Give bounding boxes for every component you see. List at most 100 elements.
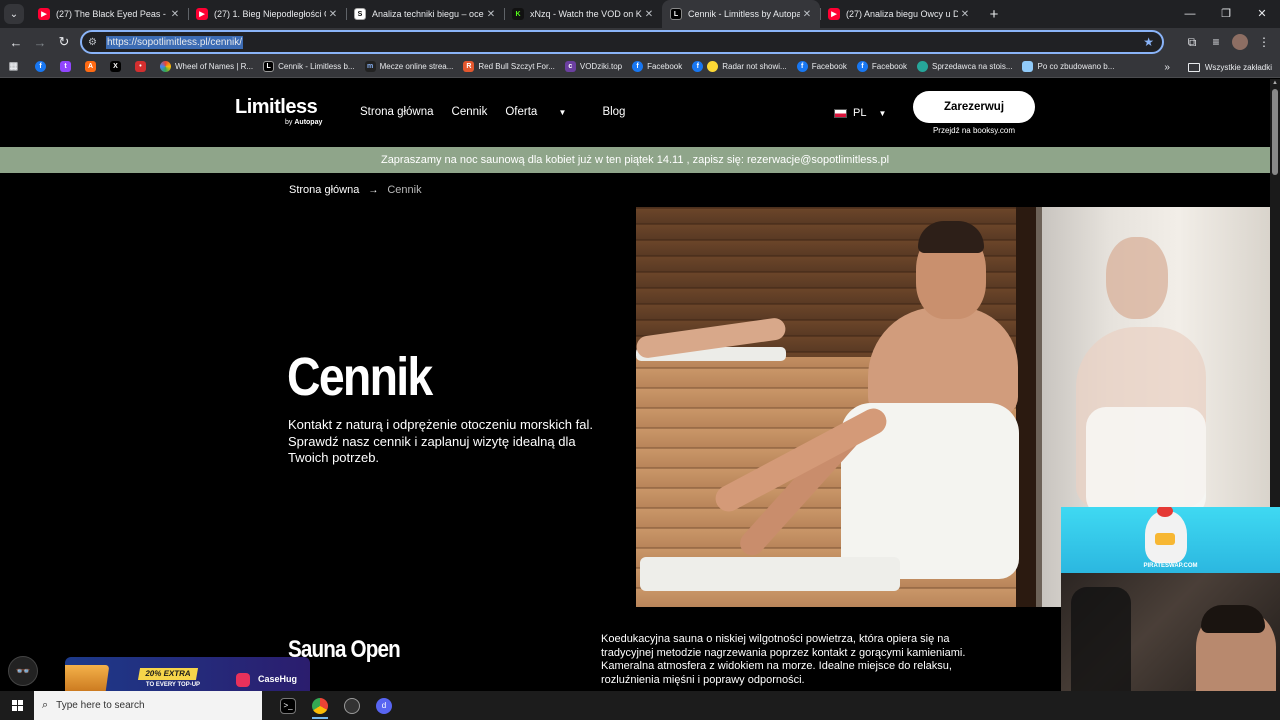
bookmark-label: Facebook [871, 62, 907, 71]
mecze-icon: m [364, 61, 376, 72]
bookmarks-right: » Wszystkie zakładki [1164, 56, 1272, 78]
url-text[interactable]: https://sopotlimitless.pl/cennik/ [106, 35, 244, 49]
logo-by: by [285, 119, 293, 126]
tab[interactable]: S Analiza techniki biegu – ocena ✕ [346, 0, 504, 28]
vodziki-icon: c [564, 61, 576, 72]
tab-title: (27) 1. Bieg Niepodległości Gdy [214, 9, 326, 19]
minimize-icon[interactable]: — [1172, 0, 1208, 28]
chevron-down-icon: ▼ [878, 108, 887, 118]
obs-app[interactable] [336, 691, 368, 720]
tab-list: ▶ (27) The Black Eyed Peas - I Got ✕ ▶ (… [30, 0, 978, 28]
all-bookmarks[interactable]: Wszystkie zakładki [1205, 63, 1272, 72]
section-description: Koedukacyjna sauna o niskiej wilgotności… [601, 633, 966, 686]
extensions-icon[interactable]: ⧉ [1180, 35, 1204, 50]
nav-pricing[interactable]: Cennik [452, 106, 488, 118]
nav-offer[interactable]: Oferta ▼ [505, 106, 584, 118]
bookmark[interactable]: • [135, 61, 150, 72]
hero-description: Kontakt z naturą i odprężenie otoczeniu … [288, 417, 593, 465]
bookmark[interactable]: f Facebook [856, 61, 907, 72]
taskbar-apps: >_ d [272, 691, 400, 720]
taskbar-search[interactable]: ⌕ Type here to search [34, 691, 262, 720]
nav-home[interactable]: Strona główna [360, 106, 434, 118]
language-select[interactable]: PL ▼ [834, 107, 886, 119]
bookmark[interactable]: m Mecze online strea... [364, 61, 454, 72]
bookmark[interactable]: X [110, 61, 125, 72]
bookmark[interactable]: f [35, 61, 50, 72]
reload-icon[interactable]: ↻ [52, 34, 76, 50]
tab-title: Cennik - Limitless by Autopay [688, 9, 800, 19]
address-bar[interactable]: ⚙ https://sopotlimitless.pl/cennik/ ★ [80, 30, 1164, 54]
bookmark-star-icon[interactable]: ★ [1143, 35, 1154, 49]
chrome-app[interactable] [304, 691, 336, 720]
forward-icon[interactable]: → [28, 35, 52, 50]
breadcrumb: Strona główna → Cennik [289, 184, 422, 196]
discord-app[interactable]: d [368, 691, 400, 720]
bookmark[interactable]: f Facebook [796, 61, 847, 72]
search-icon: ⌕ [42, 699, 49, 711]
start-button[interactable] [0, 691, 34, 720]
bookmark[interactable]: R Red Bull Szczyt For... [463, 61, 555, 72]
close-icon[interactable]: ✕ [958, 9, 972, 20]
bookmark[interactable]: f Facebook [632, 61, 682, 72]
facebook-icon: f [692, 61, 704, 72]
site-logo[interactable]: Limitless by Autopay [235, 96, 322, 126]
nav-blog[interactable]: Blog [602, 106, 625, 118]
bookmark[interactable]: Po co zbudowano b... [1022, 61, 1114, 72]
bookmark[interactable]: c VODziki.top [564, 61, 622, 72]
scroll-thumb[interactable] [1272, 89, 1278, 175]
tab[interactable]: ▶ (27) The Black Eyed Peas - I Got ✕ [30, 0, 188, 28]
bookmark[interactable]: Wheel of Names | R... [160, 61, 253, 72]
facebook-icon: f [632, 61, 644, 72]
site-info-icon[interactable]: ⚙ [88, 37, 102, 48]
ad-subtitle: TO EVERY TOP-UP [145, 682, 201, 688]
reflection-towel [1086, 407, 1206, 517]
obs-icon [344, 697, 360, 714]
tab-search-button[interactable]: ⌄ [4, 4, 24, 24]
breadcrumb-home[interactable]: Strona główna [289, 184, 359, 196]
bookmark[interactable]: A [85, 61, 100, 72]
tab-strip: ⌄ ▶ (27) The Black Eyed Peas - I Got ✕ ▶… [0, 0, 1280, 28]
restore-icon[interactable]: ❐ [1208, 0, 1244, 28]
tab-active[interactable]: L Cennik - Limitless by Autopay ✕ [662, 0, 820, 28]
new-tab-button[interactable]: + [982, 6, 1006, 23]
person-hair [918, 221, 984, 253]
a-icon: A [85, 61, 96, 72]
avatar[interactable] [1232, 34, 1248, 50]
page-title: Cennik [287, 347, 433, 407]
bookmark[interactable]: L Cennik - Limitless b... [263, 61, 355, 72]
close-icon[interactable]: ✕ [484, 9, 498, 20]
booksy-link[interactable]: Przejdź na booksy.com [913, 126, 1035, 135]
glass-frame [1036, 207, 1042, 607]
youtube-icon: ▶ [196, 8, 208, 20]
bookmark-label: Mecze online strea... [379, 62, 454, 71]
close-icon[interactable]: ✕ [800, 9, 814, 20]
toolbar-right: ⧉ ≡ ⋮ [1180, 28, 1276, 56]
bookmark[interactable]: f Radar not showi... [692, 61, 787, 72]
tab-title: (27) The Black Eyed Peas - I Got [56, 9, 168, 19]
media-icon[interactable]: ≡ [1204, 35, 1228, 49]
back-icon[interactable]: ← [4, 35, 28, 50]
tab[interactable]: ▶ (27) 1. Bieg Niepodległości Gdy ✕ [188, 0, 346, 28]
bookmark[interactable]: Sprzedawca na stois... [917, 61, 1012, 72]
glasses-icon[interactable]: 👓 [8, 656, 38, 686]
search-placeholder: Type here to search [56, 700, 145, 711]
bookmark[interactable]: t [60, 61, 75, 72]
chevron-right-icon[interactable]: » [1164, 62, 1170, 73]
close-icon[interactable]: ✕ [326, 9, 340, 20]
redbull-icon: R [463, 61, 475, 72]
close-icon[interactable]: ✕ [642, 9, 656, 20]
tab[interactable]: ▶ (27) Analiza biegu Owcy u Dok ✕ [820, 0, 978, 28]
logo-text: Limitless [235, 96, 318, 118]
terminal-app[interactable]: >_ [272, 691, 304, 720]
apps-icon[interactable]: ▦ [8, 61, 19, 72]
menu-icon[interactable]: ⋮ [1252, 35, 1276, 49]
book-button[interactable]: Zarezerwuj [913, 91, 1035, 123]
scroll-up-icon[interactable]: ▲ [1272, 80, 1278, 86]
bookmark-label: Facebook [811, 62, 847, 71]
close-icon[interactable]: ✕ [168, 9, 182, 20]
main-nav: Strona główna Cennik Oferta ▼ Blog [360, 106, 643, 118]
discord-icon: d [376, 697, 392, 714]
mascot-beak [1155, 533, 1175, 545]
close-window-icon[interactable]: ✕ [1244, 0, 1280, 28]
tab[interactable]: K xNzq - Watch the VOD on Kick ✕ [504, 0, 662, 28]
